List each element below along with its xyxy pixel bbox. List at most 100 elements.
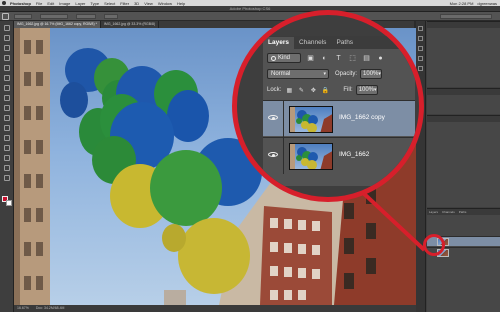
fill-field[interactable]: 100% ▾: [355, 85, 378, 95]
lock-image-icon[interactable]: ✎: [297, 86, 305, 94]
workspace-switcher[interactable]: [440, 14, 492, 19]
crop-tool-icon[interactable]: [4, 65, 10, 71]
small-tab-layers[interactable]: Layers: [427, 209, 440, 215]
filter-kind-select[interactable]: Kind: [267, 53, 301, 63]
color-panel-group: [427, 21, 500, 87]
lock-row: Lock: ▦ ✎ ✥ 🔒 Fill: 100% ▾: [263, 83, 415, 97]
dodge-tool-icon[interactable]: [4, 145, 10, 151]
lock-all-icon[interactable]: 🔒: [321, 86, 329, 94]
background-color-swatch[interactable]: [6, 200, 12, 206]
panel-tabs: Layers Channels Paths: [427, 209, 500, 215]
blend-mode-select[interactable]: Normal ▾: [267, 69, 329, 79]
callout-magnifier: Layers Channels Paths Kind ▣ ◐ T ⬚ ▤ ● N…: [232, 10, 424, 202]
tools-panel: [0, 21, 14, 312]
menu-edit[interactable]: Edit: [47, 1, 54, 6]
smart-object-filter-icon[interactable]: ▤: [362, 54, 371, 63]
doc-size-readout: Doc: 34.2M/68.4M: [35, 306, 65, 310]
opacity-field[interactable]: 100% ▾: [360, 69, 383, 79]
options-bar: [0, 12, 500, 21]
menubar-clock: Mon 2:28 PM: [449, 0, 474, 6]
brush-tool-icon[interactable]: [4, 95, 10, 101]
options-control[interactable]: [104, 14, 118, 19]
zoom-readout[interactable]: 16.67%: [17, 306, 29, 310]
layers-panel-tabs: Layers Channels Paths: [263, 36, 415, 49]
layer-name[interactable]: IMG_1662: [339, 151, 369, 158]
eraser-tool-icon[interactable]: [4, 125, 10, 131]
healing-tool-icon[interactable]: [4, 85, 10, 91]
photoshop-window: Photoshop File Edit Image Layer Type Sel…: [0, 0, 500, 312]
tab-paths[interactable]: Paths: [331, 37, 358, 49]
eyedropper-tool-icon[interactable]: [4, 75, 10, 81]
options-control[interactable]: [76, 14, 96, 19]
panel-tabs: [427, 116, 500, 122]
layers-panel: Layers Channels Paths Kind ▣ ◐ T ⬚ ▤ ● N…: [263, 36, 415, 186]
chevron-down-icon: ▾: [378, 71, 381, 77]
path-select-tool-icon[interactable]: [4, 175, 10, 181]
status-bar: 16.67% Doc: 34.2M/68.4M: [14, 305, 416, 312]
type-filter-icon[interactable]: T: [334, 54, 343, 63]
doc-tab[interactable]: IMG_1662.jpg @ 33.3% (RGB/8): [101, 21, 160, 28]
fill-label: Fill:: [343, 87, 353, 93]
history-panel-icon[interactable]: [418, 26, 423, 31]
pen-tool-icon[interactable]: [4, 155, 10, 161]
fill-value: 100%: [358, 87, 375, 93]
small-tab-channels[interactable]: Channels: [440, 209, 457, 215]
filter-kind-label: Kind: [278, 55, 291, 61]
swatches-panel-icon[interactable]: [418, 56, 423, 61]
shape-filter-icon[interactable]: ⬚: [348, 54, 357, 63]
menu-window[interactable]: Window: [158, 1, 172, 6]
balloon-cluster: [60, 48, 262, 294]
apple-menu-icon[interactable]: [2, 1, 6, 5]
brush-panel-icon[interactable]: [418, 66, 423, 71]
doc-tab[interactable]: IMG_1662.jpg @ 16.7% (IMG_1662 copy, RGB…: [14, 21, 101, 28]
menu-layer[interactable]: Layer: [75, 1, 85, 6]
layer-name[interactable]: IMG_1662 copy: [339, 114, 385, 121]
opacity-value: 100%: [363, 71, 379, 77]
options-control[interactable]: [40, 14, 68, 19]
current-tool-icon[interactable]: [2, 13, 9, 20]
opacity-label: Opacity:: [335, 71, 358, 77]
tab-layers[interactable]: Layers: [263, 37, 294, 49]
filter-toggle-icon[interactable]: ●: [376, 54, 385, 63]
layer-thumbnail: [289, 143, 333, 170]
pixel-filter-icon[interactable]: ▣: [306, 54, 315, 63]
lock-position-icon[interactable]: ✥: [309, 86, 317, 94]
move-tool-icon[interactable]: [4, 25, 10, 31]
small-tab-paths[interactable]: Paths: [457, 209, 469, 215]
lock-transparency-icon[interactable]: ▦: [285, 86, 293, 94]
properties-panel-icon[interactable]: [418, 36, 423, 41]
menu-file[interactable]: File: [36, 1, 42, 6]
history-brush-tool-icon[interactable]: [4, 115, 10, 121]
tab-channels[interactable]: Channels: [294, 37, 331, 49]
type-tool-icon[interactable]: [4, 165, 10, 171]
layer-row-copy[interactable]: IMG_1662 copy: [263, 100, 415, 137]
layers-panel-small: Layers Channels Paths: [427, 208, 500, 312]
menu-photoshop[interactable]: Photoshop: [10, 1, 31, 6]
clone-stamp-tool-icon[interactable]: [4, 105, 10, 111]
adjustment-filter-icon[interactable]: ◐: [320, 54, 329, 63]
layer-row-background[interactable]: IMG_1662: [263, 137, 415, 174]
menu-help[interactable]: Help: [177, 1, 185, 6]
menubar-user[interactable]: dgreenwas: [477, 1, 497, 6]
eye-icon[interactable]: [268, 114, 278, 121]
lock-label: Lock:: [267, 87, 282, 93]
adjustments-panel-group: [427, 88, 500, 114]
gradient-tool-icon[interactable]: [4, 135, 10, 141]
lasso-tool-icon[interactable]: [4, 45, 10, 51]
menu-type[interactable]: Type: [90, 1, 99, 6]
menu-image[interactable]: Image: [59, 1, 70, 6]
menu-view[interactable]: View: [144, 1, 153, 6]
menu-select[interactable]: Select: [104, 1, 115, 6]
eye-icon[interactable]: [268, 151, 278, 158]
chevron-down-icon: ▾: [323, 71, 326, 77]
blend-mode-value: Normal: [271, 71, 291, 77]
blend-row: Normal ▾ Opacity: 100% ▾: [263, 67, 415, 81]
info-panel-icon[interactable]: [418, 46, 423, 51]
layer-thumbnail: [289, 106, 333, 133]
quick-select-tool-icon[interactable]: [4, 55, 10, 61]
options-control[interactable]: [14, 14, 32, 19]
menu-filter[interactable]: Filter: [120, 1, 129, 6]
marquee-tool-icon[interactable]: [4, 35, 10, 41]
menu-extras: Mon 2:28 PM dgreenwas: [446, 1, 500, 6]
menu-3d[interactable]: 3D: [134, 1, 139, 6]
